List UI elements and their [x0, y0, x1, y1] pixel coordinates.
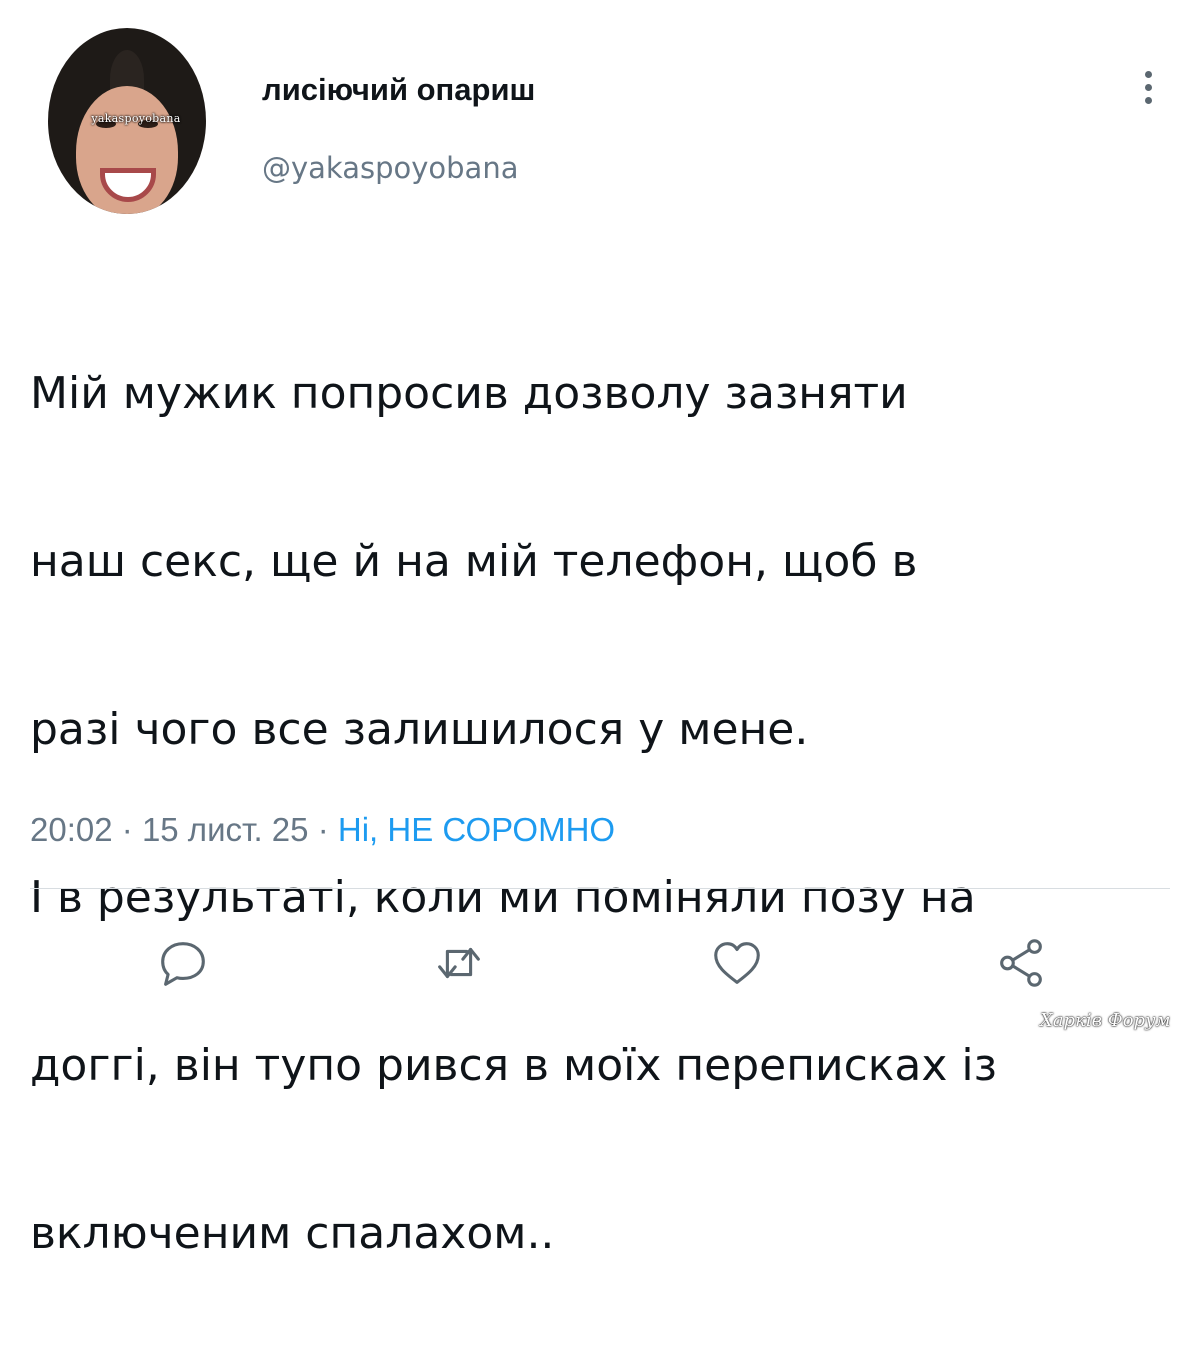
- more-dot-icon: [1144, 83, 1152, 91]
- share-button[interactable]: [986, 928, 1056, 998]
- reply-button[interactable]: [148, 928, 218, 998]
- like-button[interactable]: [702, 928, 772, 998]
- meta-separator: ·: [121, 811, 133, 848]
- retweet-button[interactable]: [424, 928, 494, 998]
- avatar-watermark: yakaspoyobana: [91, 112, 181, 125]
- tweet-meta: 20:02 · 15 лист. 25 · Ні, НЕ СОРОМНО: [30, 808, 615, 852]
- more-dot-icon: [1144, 70, 1152, 78]
- user-handle[interactable]: @yakaspoyobana: [262, 148, 518, 188]
- tweet-line: включеним спалахом..: [30, 1208, 555, 1259]
- avatar[interactable]: yakaspoyobana: [48, 28, 206, 214]
- more-options-button[interactable]: [1128, 62, 1168, 112]
- more-dot-icon: [1144, 96, 1152, 104]
- tweet-line: Мій мужик попросив дозволу зазняти: [30, 368, 908, 419]
- tweet-source-link[interactable]: Ні, НЕ СОРОМНО: [338, 811, 615, 848]
- divider: [30, 888, 1170, 889]
- speech-bubble-icon: [161, 942, 205, 986]
- tweet-line: доггі, він тупо рився в моїх переписках …: [30, 1040, 997, 1091]
- retweet-icon: [438, 947, 480, 979]
- share-icon: [1000, 939, 1042, 987]
- tweet-time: 20:02: [30, 811, 113, 848]
- tweet-line: разі чого все залишилося у мене.: [30, 704, 809, 755]
- display-name[interactable]: лисіючий опариш: [262, 70, 535, 110]
- tweet-line: наш секс, ще й на мій телефон, щоб в: [30, 536, 918, 587]
- forum-watermark: Харків Форум: [1040, 1010, 1171, 1031]
- tweet-date: 15 лист. 25: [141, 811, 309, 848]
- heart-icon: [714, 942, 760, 984]
- meta-separator: ·: [317, 811, 329, 848]
- action-bar: [0, 928, 1200, 998]
